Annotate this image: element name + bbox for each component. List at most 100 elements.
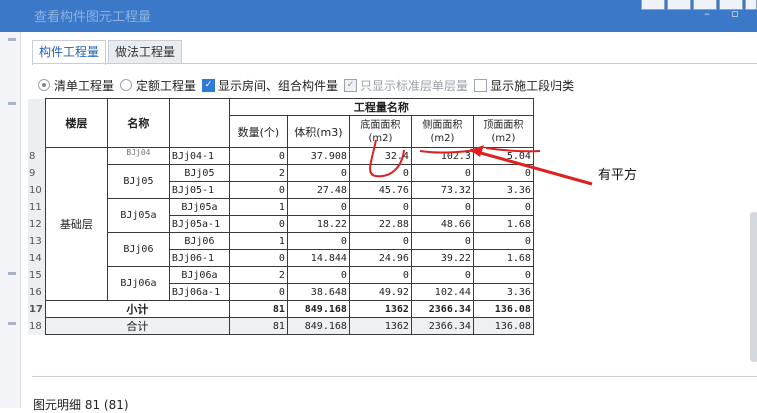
side-area-cell[interactable]: 102.44 (410, 283, 474, 301)
bottom-area-cell[interactable]: 45.76 (348, 181, 412, 199)
side-area-cell[interactable]: 0 (410, 232, 474, 250)
volume-cell[interactable]: 0 (286, 164, 350, 182)
header-floor[interactable]: 楼层 (44, 98, 108, 148)
subname-cell[interactable]: BJj04-1 (168, 147, 230, 165)
volume-cell[interactable]: 849.168 (286, 317, 350, 335)
subname-cell[interactable]: BJj06a-1 (168, 283, 230, 301)
vertical-scrollbar[interactable] (750, 212, 757, 362)
header-qty[interactable]: 数量(个) (228, 115, 288, 148)
name-cell[interactable]: BJj06 (106, 232, 170, 267)
checkbox-empty-icon[interactable] (474, 78, 488, 92)
checkbox-standard-floor-only[interactable]: ✓ 只显示标准层单层量 (344, 77, 468, 94)
radio-list-quantity[interactable]: 清单工程量 (38, 77, 114, 94)
header-volume[interactable]: 体积(m3) (286, 115, 350, 148)
top-area-cell[interactable]: 3.36 (472, 283, 534, 301)
side-area-cell[interactable]: 0 (410, 198, 474, 216)
volume-cell[interactable]: 0 (286, 266, 350, 284)
total-row[interactable]: 18 合计 81 849.168 1362 2366.34 136.08 (28, 317, 534, 335)
volume-cell[interactable]: 0 (286, 232, 350, 250)
name-cell[interactable]: BJj05 (106, 164, 170, 199)
volume-cell[interactable]: 849.168 (286, 300, 350, 318)
checkbox-show-rooms[interactable]: ✓ 显示房间、组合构件量 (202, 77, 338, 94)
top-area-cell[interactable]: 0 (472, 266, 534, 284)
side-area-cell[interactable]: 73.32 (410, 181, 474, 199)
volume-cell[interactable]: 0 (286, 198, 350, 216)
side-area-cell[interactable]: 2366.34 (410, 300, 474, 318)
toolbar-icon[interactable] (667, 0, 691, 10)
name-cell[interactable]: BJj05a (106, 198, 170, 233)
total-label[interactable]: 合计 (44, 317, 230, 335)
subname-cell[interactable]: BJj06-1 (168, 249, 230, 267)
bottom-area-cell[interactable]: 0 (348, 164, 412, 182)
top-area-cell[interactable]: 136.08 (472, 300, 534, 318)
subtotal-row[interactable]: 17 小计 81 849.168 1362 2366.34 136.08 (28, 300, 534, 318)
top-area-cell[interactable]: 3.36 (472, 181, 534, 199)
top-area-cell[interactable]: 0 (472, 164, 534, 182)
bottom-area-cell[interactable]: 32.4 (348, 147, 412, 165)
qty-cell[interactable]: 0 (228, 283, 288, 301)
checkbox-checked-icon[interactable]: ✓ (344, 78, 358, 92)
volume-cell[interactable]: 37.908 (286, 147, 350, 165)
subname-cell[interactable]: BJj05a (168, 198, 230, 216)
top-area-cell[interactable]: 0 (472, 232, 534, 250)
tab-component-quantity[interactable]: 构件工程量 (32, 40, 107, 65)
bottom-area-cell[interactable]: 49.92 (348, 283, 412, 301)
header-side-area[interactable]: 侧面面积(m2) (410, 115, 474, 148)
subname-cell[interactable]: BJj06 (168, 232, 230, 250)
name-cell-partial[interactable]: BJj04 (106, 147, 170, 165)
side-area-cell[interactable]: 102.3 (410, 147, 474, 165)
bottom-area-cell[interactable]: 0 (348, 198, 412, 216)
subname-cell[interactable]: BJj05 (168, 164, 230, 182)
checkbox-segment[interactable]: 显示施工段归类 (474, 77, 574, 94)
radio-button[interactable] (120, 79, 133, 91)
side-area-cell[interactable]: 48.66 (410, 215, 474, 233)
tab-method-quantity[interactable]: 做法工程量 (108, 40, 183, 64)
side-area-cell[interactable]: 0 (410, 164, 474, 182)
radio-button[interactable] (38, 79, 50, 91)
side-area-cell[interactable]: 2366.34 (410, 317, 474, 335)
top-area-cell[interactable]: 1.68 (472, 249, 534, 267)
subname-cell[interactable]: BJj06a (168, 266, 230, 284)
bottom-area-cell[interactable]: 0 (348, 266, 412, 284)
table-row[interactable]: 8 基础层 BJj04 BJj04-1 0 37.908 32.4 102.3 … (28, 147, 534, 301)
qty-cell[interactable]: 0 (228, 215, 288, 233)
qty-cell[interactable]: 2 (228, 164, 288, 182)
side-area-cell[interactable]: 39.22 (410, 249, 474, 267)
top-area-cell[interactable]: 1.68 (472, 215, 534, 233)
subname-cell[interactable]: BJj05-1 (168, 181, 230, 199)
qty-cell[interactable]: 0 (228, 147, 288, 165)
volume-cell[interactable]: 14.844 (286, 249, 350, 267)
qty-cell[interactable]: 0 (228, 249, 288, 267)
volume-cell[interactable]: 27.48 (286, 181, 350, 199)
bottom-area-cell[interactable]: 0 (348, 232, 412, 250)
checkbox-checked-icon[interactable]: ✓ (202, 78, 216, 92)
toolbar-icon[interactable] (641, 0, 665, 10)
toolbar-icon[interactable] (693, 0, 717, 10)
bottom-area-cell[interactable]: 1362 (348, 300, 412, 318)
qty-cell[interactable]: 1 (228, 198, 288, 216)
volume-cell[interactable]: 38.648 (286, 283, 350, 301)
top-area-cell[interactable]: 0 (472, 198, 534, 216)
qty-cell[interactable]: 81 (228, 300, 288, 318)
bottom-area-cell[interactable]: 1362 (348, 317, 412, 335)
subname-cell[interactable]: BJj05a-1 (168, 215, 230, 233)
toolbar-icon[interactable] (719, 0, 743, 10)
qty-cell[interactable]: 1 (228, 232, 288, 250)
qty-cell[interactable]: 0 (228, 181, 288, 199)
header-bottom-area[interactable]: 底面面积(m2) (348, 115, 412, 148)
header-top-area[interactable]: 顶面面积(m2) (472, 115, 534, 148)
top-area-cell[interactable]: 136.08 (472, 317, 534, 335)
header-name[interactable]: 名称 (106, 98, 170, 148)
bottom-area-cell[interactable]: 22.88 (348, 215, 412, 233)
qty-cell[interactable]: 2 (228, 266, 288, 284)
bottom-area-cell[interactable]: 24.96 (348, 249, 412, 267)
top-area-cell[interactable]: 5.04 (472, 147, 534, 165)
floor-cell[interactable]: 基础层 (44, 147, 108, 301)
qty-cell[interactable]: 81 (228, 317, 288, 335)
radio-quota-quantity[interactable]: 定额工程量 (120, 77, 196, 94)
side-area-cell[interactable]: 0 (410, 266, 474, 284)
toolbar-icon[interactable] (745, 0, 757, 10)
subtotal-label[interactable]: 小计 (44, 300, 230, 318)
name-cell[interactable]: BJj06a (106, 266, 170, 301)
volume-cell[interactable]: 18.22 (286, 215, 350, 233)
